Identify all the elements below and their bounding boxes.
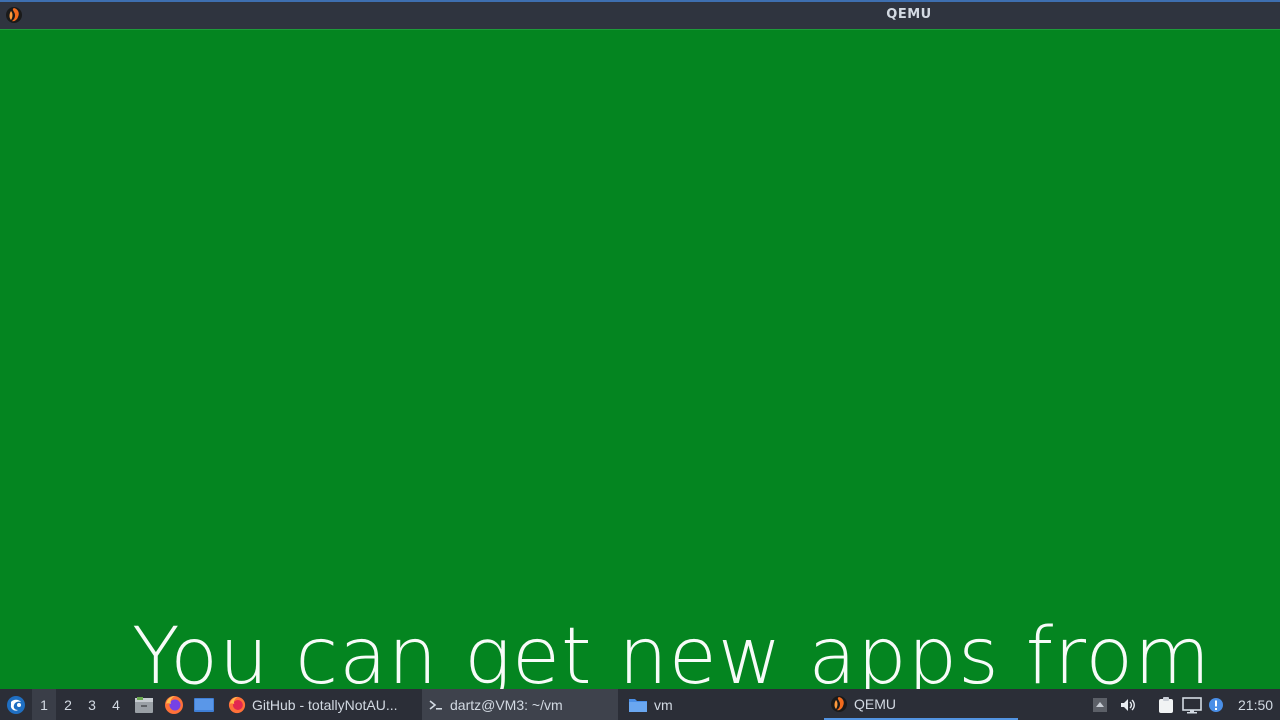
task-label: vm [654, 696, 673, 713]
volume-button[interactable] [1116, 689, 1140, 720]
file-manager-launcher[interactable] [130, 689, 158, 720]
clipboard-icon [1157, 696, 1175, 714]
show-desktop-icon [193, 696, 215, 714]
task-qemu[interactable]: QEMU [824, 689, 1018, 720]
network-button[interactable] [1180, 689, 1204, 720]
task-label: QEMU [854, 695, 896, 712]
workspace-4-button[interactable]: 4 [104, 689, 128, 720]
terminal-icon [428, 698, 444, 712]
task-file-manager[interactable]: vm [622, 689, 820, 720]
show-desktop-launcher[interactable] [190, 689, 218, 720]
tray-expand-button[interactable] [1088, 689, 1112, 720]
firefox-launcher[interactable] [160, 689, 188, 720]
folder-icon [628, 697, 648, 713]
update-notifier-button[interactable] [1204, 689, 1228, 720]
task-github-firefox[interactable]: GitHub - totallyNotAU... [222, 689, 420, 720]
guest-display[interactable]: You can get new apps from [0, 29, 1280, 689]
window-title: QEMU [886, 7, 932, 22]
lxqt-start-icon [6, 695, 26, 715]
task-label: dartz@VM3: ~/vm [450, 696, 563, 713]
workspace-label: 1 [40, 696, 48, 713]
update-notifier-icon [1208, 697, 1224, 713]
taskbar: 1 2 3 4 GitHub - totallyNotAU... dartz@V… [0, 689, 1280, 720]
file-manager-icon [134, 696, 154, 714]
clock[interactable]: 21:50 [1238, 689, 1278, 720]
workspace-3-button[interactable]: 3 [80, 689, 104, 720]
volume-icon [1119, 697, 1137, 713]
workspace-label: 4 [112, 696, 120, 713]
clipboard-button[interactable] [1154, 689, 1178, 720]
firefox-icon [228, 696, 246, 714]
network-icon [1182, 696, 1202, 714]
task-terminal[interactable]: dartz@VM3: ~/vm [422, 689, 618, 720]
qemu-icon [830, 695, 848, 713]
tray-expand-icon [1092, 697, 1108, 713]
firefox-icon [164, 695, 184, 715]
window-titlebar[interactable]: QEMU [0, 0, 1280, 29]
clock-time: 21:50 [1238, 696, 1274, 713]
workspace-label: 3 [88, 696, 96, 713]
start-menu-button[interactable] [2, 689, 30, 720]
workspace-1-button[interactable]: 1 [32, 689, 56, 720]
task-label: GitHub - totallyNotAU... [252, 696, 398, 713]
workspace-2-button[interactable]: 2 [56, 689, 80, 720]
setup-message: You can get new apps from [132, 612, 1212, 689]
workspace-label: 2 [64, 696, 72, 713]
